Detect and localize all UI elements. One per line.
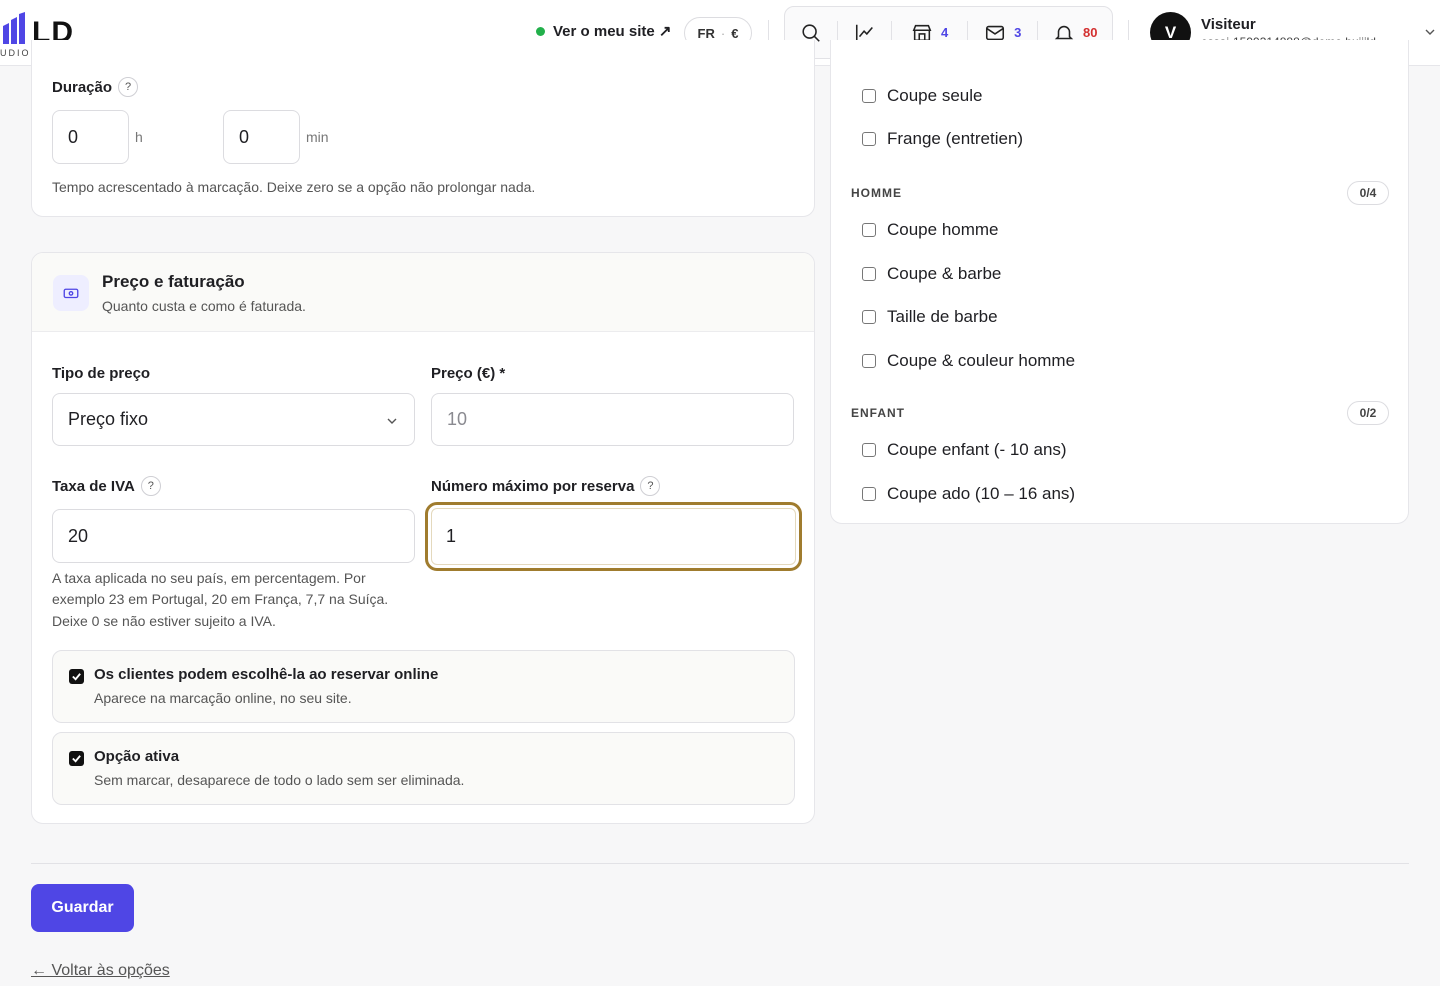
max-per-booking-label: Número máximo por reserva [431,477,635,495]
price-input[interactable]: 10 [431,393,794,446]
vat-hint-line-2: exemplo 23 em Portugal, 20 em França, 7,… [52,591,389,607]
store-count: 4 [941,25,949,40]
service-checkbox[interactable] [862,223,876,237]
group-heading-homme: HOMME [851,186,902,200]
active-checkbox[interactable] [69,751,84,766]
online-booking-checkbox[interactable] [69,669,84,684]
max-per-booking-label-row: Número máximo por reserva ? [431,476,661,496]
service-checkbox[interactable] [862,443,876,457]
vat-hint-line-1: A taxa aplicada no seu país, em percenta… [52,570,366,586]
service-item[interactable]: Coupe ado (10 – 16 ans) [862,484,1075,504]
footer-divider [31,863,1409,864]
vat-label-row: Taxa de IVA ? [52,476,161,496]
pricing-card: Preço e faturação Quanto custa e como é … [31,252,815,824]
pricing-card-header: Preço e faturação Quanto custa e como é … [32,253,814,332]
service-checkbox[interactable] [862,487,876,501]
banknote-icon [53,275,89,311]
service-item[interactable]: Coupe homme [862,220,999,240]
service-item[interactable]: Coupe & couleur homme [862,351,1075,371]
price-type-label: Tipo de preço [52,365,151,382]
active-title: Opção ativa [94,748,180,765]
group-heading-enfant: ENFANT [851,406,905,420]
price-type-value: Preço fixo [68,409,149,429]
service-label: Taille de barbe [887,307,998,326]
online-booking-option[interactable]: Os clientes podem escolhê-la ao reservar… [52,650,795,723]
service-item[interactable]: Coupe seule [862,86,982,106]
price-label: Preço (€) * [431,365,506,382]
online-booking-title: Os clientes podem escolhê-la ao reservar… [94,666,439,683]
online-status-dot [536,26,545,36]
service-label: Frange (entretien) [887,129,1024,148]
service-label: Coupe enfant (- 10 ans) [887,440,1067,459]
price-type-select[interactable]: Preço fixo [52,393,415,446]
minutes-unit: min [306,129,329,145]
help-icon[interactable]: ? [140,476,161,496]
service-checkbox[interactable] [862,267,876,281]
service-item[interactable]: Coupe enfant (- 10 ans) [862,440,1067,460]
duration-label: Duração [52,78,113,96]
service-item[interactable]: Coupe & barbe [862,264,1001,284]
service-item[interactable]: Taille de barbe [862,307,998,327]
duration-label-row: Duração ? [52,77,139,97]
save-button[interactable]: Guardar [31,884,134,932]
service-checkbox[interactable] [862,89,876,103]
online-booking-subtitle: Aparece na marcação online, no seu site. [94,690,352,706]
max-per-booking-input[interactable]: 1 [425,502,802,571]
vat-hint-line-3: Deixe 0 se não estiver sujeito a IVA. [52,613,276,629]
duration-hint: Tempo acrescentado à marcação. Deixe zer… [52,179,536,195]
chevron-down-icon [1425,29,1435,35]
services-card: Coupe seule Frange (entretien) HOMME 0/4… [830,40,1409,524]
pricing-title: Preço e faturação [102,272,245,291]
user-name: Visiteur [1201,16,1256,33]
help-icon[interactable]: ? [640,476,661,496]
active-subtitle: Sem marcar, desaparece de todo o lado se… [94,772,465,788]
service-label: Coupe & barbe [887,264,1002,283]
view-site-label: Ver o meu site ↗ [553,23,672,40]
view-site-link[interactable]: Ver o meu site ↗ [536,22,671,40]
service-item[interactable]: Frange (entretien) [862,129,1023,149]
help-icon[interactable]: ? [118,77,139,97]
duration-minutes-input[interactable]: 0 [223,110,300,164]
logo-subtext: UDIO [0,48,31,58]
group-count-homme: 0/4 [1347,181,1389,205]
service-checkbox[interactable] [862,132,876,146]
service-label: Coupe seule [887,86,983,105]
mail-count: 3 [1014,25,1022,40]
language-label: FR [697,25,715,41]
service-label: Coupe homme [887,220,999,239]
logo-mark-icon [3,12,25,44]
service-label: Coupe ado (10 – 16 ans) [887,484,1076,503]
currency-label: € [731,25,739,41]
check-icon [72,755,81,763]
notification-count: 80 [1083,25,1098,40]
check-icon [72,673,81,681]
vat-input[interactable]: 20 [52,509,415,563]
back-to-options-link[interactable]: ← Voltar às opções [31,962,170,980]
vat-label: Taxa de IVA [52,477,135,495]
service-label: Coupe & couleur homme [887,351,1076,370]
duration-card: Duração ? 0 h 0 min Tempo acrescentado à… [31,40,815,217]
duration-hours-input[interactable]: 0 [52,110,129,164]
chevron-down-icon [387,418,397,424]
separator-dot: · [720,25,726,41]
service-checkbox[interactable] [862,310,876,324]
active-option[interactable]: Opção ativa Sem marcar, desaparece de to… [52,732,795,805]
group-count-enfant: 0/2 [1347,401,1389,425]
hours-unit: h [135,129,143,145]
pricing-subtitle: Quanto custa e como é faturada. [102,298,306,314]
service-checkbox[interactable] [862,354,876,368]
